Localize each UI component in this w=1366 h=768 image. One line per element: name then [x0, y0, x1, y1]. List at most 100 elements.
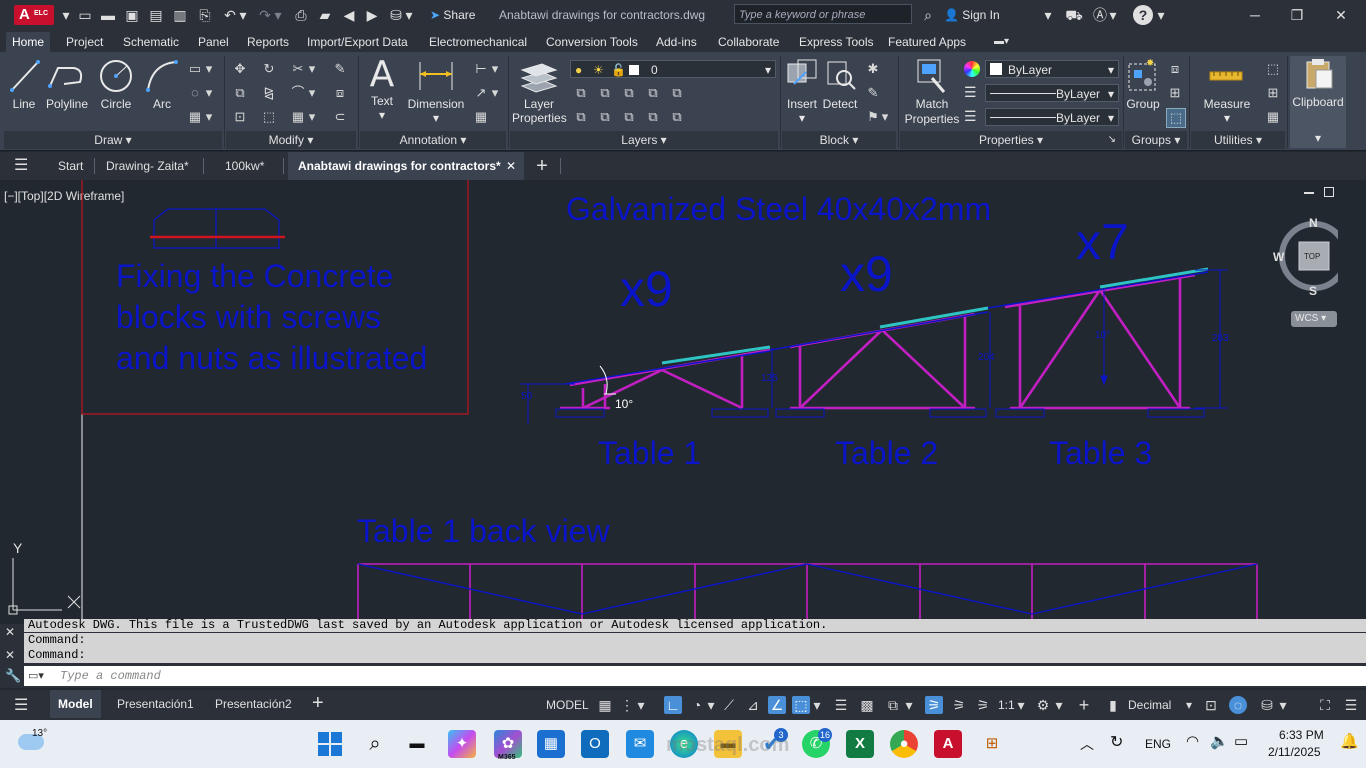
scale-icon[interactable]: ⬚: [260, 108, 278, 126]
tab-electromechanical[interactable]: Electromechanical: [423, 32, 533, 52]
object-snap-icon[interactable]: ⬚: [792, 696, 810, 714]
line-button[interactable]: Line: [6, 56, 42, 112]
volume-icon[interactable]: 🔈: [1210, 732, 1229, 750]
linetype-icon[interactable]: ☰: [964, 84, 980, 100]
groups-panel-title[interactable]: Groups ▾: [1125, 131, 1187, 149]
angle-snap-icon[interactable]: ∠: [768, 696, 786, 714]
tab-import-export-data[interactable]: Import/Export Data: [301, 32, 414, 52]
leader-dropdown-icon[interactable]: ▾: [490, 84, 500, 102]
linetype-dropdown[interactable]: ByLayer ▾: [985, 84, 1119, 102]
model-space-button[interactable]: MODEL: [540, 696, 595, 714]
arc-button[interactable]: Arc: [142, 56, 182, 112]
app-menu-chevron-icon[interactable]: ▾: [56, 5, 76, 25]
leader-icon[interactable]: ↗: [472, 84, 490, 102]
layer-tool-7-icon[interactable]: ⧉: [596, 108, 614, 126]
color-wheel-icon[interactable]: [964, 61, 980, 77]
block-attribute-dropdown-icon[interactable]: ▾: [880, 108, 890, 126]
show-hidden-icons-chevron-icon[interactable]: ︿: [1080, 734, 1094, 754]
save-as-icon[interactable]: ▤: [146, 5, 166, 25]
layout-menu-icon[interactable]: ☰: [14, 695, 28, 715]
workspace-gear-dropdown-icon[interactable]: ▾: [1054, 696, 1064, 714]
tab-reports[interactable]: Reports: [241, 32, 295, 52]
a360-dropdown-icon[interactable]: ▾: [1108, 5, 1118, 25]
restore-icon[interactable]: ❐: [1282, 5, 1312, 25]
back-arrow-icon[interactable]: ◀: [339, 5, 359, 25]
group-button[interactable]: ✸ Group: [1126, 56, 1160, 112]
forward-arrow-icon[interactable]: ▶: [362, 5, 382, 25]
ribbon-minimize-icon[interactable]: ▬▾: [994, 37, 1016, 47]
layer-tool-2-icon[interactable]: ⧉: [596, 84, 614, 102]
redo-icon[interactable]: ↷: [255, 5, 275, 25]
stretch-icon[interactable]: ⊡: [231, 108, 249, 126]
layer-tool-10-icon[interactable]: ⧉: [668, 108, 686, 126]
selection-cycling-dropdown-icon[interactable]: ▾: [904, 696, 914, 714]
minimize-icon[interactable]: ─: [1240, 5, 1270, 25]
add-layout-plus-icon[interactable]: +: [312, 692, 324, 715]
detect-button[interactable]: Detect: [822, 56, 858, 130]
sign-in-button[interactable]: 👤 Sign In: [944, 5, 1000, 25]
fillet-dropdown-icon[interactable]: ▾: [307, 84, 317, 102]
viewcube-north[interactable]: N: [1309, 216, 1318, 230]
layers-panel-title[interactable]: Layers ▾: [510, 131, 778, 149]
chrome-icon[interactable]: ●: [890, 730, 918, 758]
network-app-icon[interactable]: ⊞: [978, 730, 1006, 758]
units-dropdown[interactable]: Decimal ▾: [1124, 696, 1194, 714]
object-snap-dropdown-icon[interactable]: ▾: [812, 696, 822, 714]
cart-icon[interactable]: ⛟: [1064, 5, 1084, 25]
folder-icon[interactable]: ▰: [315, 5, 335, 25]
tab-featured-apps[interactable]: Featured Apps: [882, 32, 972, 52]
undo-dropdown-icon[interactable]: ▾: [238, 5, 248, 25]
doc-tab-100kw[interactable]: 100kw*: [215, 152, 274, 180]
notification-bell-icon[interactable]: 🔔: [1340, 732, 1359, 750]
language-indicator[interactable]: ENG: [1145, 737, 1171, 751]
share-button[interactable]: ➤ Share: [430, 5, 475, 25]
draw-panel-title[interactable]: Draw ▾: [4, 131, 222, 149]
array-icon[interactable]: ▦: [289, 108, 307, 126]
region-dropdown-icon[interactable]: ▾: [204, 108, 214, 126]
wifi-icon[interactable]: ◠: [1186, 732, 1199, 750]
autodesk-a360-icon[interactable]: Ⓐ: [1090, 5, 1110, 25]
print-icon[interactable]: ⎙: [291, 5, 311, 25]
doc-tab-anabtawi[interactable]: Anabtawi drawings for contractors* ✕: [288, 152, 524, 180]
layer-tool-4-icon[interactable]: ⧉: [644, 84, 662, 102]
measure-button[interactable]: Measure ▾: [1196, 56, 1258, 130]
edit-block-icon[interactable]: ✎: [864, 84, 882, 102]
excel-icon[interactable]: X: [846, 730, 874, 758]
task-view-icon[interactable]: ▬: [403, 730, 431, 758]
trim-dropdown-icon[interactable]: ▾: [307, 60, 317, 78]
rectangle-icon[interactable]: ▭: [186, 60, 204, 78]
create-block-icon[interactable]: ✱: [864, 60, 882, 78]
search-input[interactable]: Type a keyword or phrase: [734, 4, 912, 24]
sync-icon[interactable]: ↻: [1110, 732, 1123, 752]
viewport-restore-icon[interactable]: [1324, 187, 1334, 197]
layer-tool-6-icon[interactable]: ⧉: [572, 108, 590, 126]
clean-screen-icon[interactable]: ⛶: [1316, 696, 1334, 714]
app-logo[interactable]: A ELC: [14, 5, 54, 25]
layer-properties-button[interactable]: Layer Properties: [512, 56, 567, 130]
doc-tab-close-icon[interactable]: ✕: [506, 152, 516, 180]
command-close-icon[interactable]: ✕: [5, 626, 15, 638]
move-icon[interactable]: ✥: [231, 60, 249, 78]
isodraft-icon[interactable]: ⟋: [720, 696, 738, 714]
command-input[interactable]: Type a command: [24, 666, 1366, 686]
isolate-objects-icon[interactable]: ◌: [1229, 696, 1247, 714]
tab-schematic[interactable]: Schematic: [117, 32, 185, 52]
linear-dim-dropdown-icon[interactable]: ▾: [490, 60, 500, 78]
snap-icon[interactable]: ⋮: [618, 696, 636, 714]
new-file-icon[interactable]: ▭: [75, 5, 95, 25]
drawing-canvas[interactable]: [−][Top][2D Wireframe] Galvanized Steel …: [0, 180, 1338, 624]
command-customize-icon[interactable]: 🔧: [5, 668, 21, 684]
rotate-icon[interactable]: ↻: [260, 60, 278, 78]
save-icon[interactable]: ▣: [122, 5, 142, 25]
search-icon[interactable]: ⌕: [918, 5, 938, 25]
autocad-electrical-icon[interactable]: A: [934, 730, 962, 758]
help-icon[interactable]: ?: [1133, 5, 1153, 25]
rectangle-dropdown-icon[interactable]: ▾: [204, 60, 214, 78]
tab-express-tools[interactable]: Express Tools: [793, 32, 879, 52]
polyline-button[interactable]: Polyline: [44, 56, 90, 112]
command-settings-icon[interactable]: ✕: [5, 648, 15, 662]
fillet-icon[interactable]: ⌒: [289, 84, 307, 102]
tab-collaborate[interactable]: Collaborate: [712, 32, 785, 52]
grid-icon[interactable]: ▦: [596, 696, 614, 714]
circle-button[interactable]: Circle: [96, 56, 136, 112]
